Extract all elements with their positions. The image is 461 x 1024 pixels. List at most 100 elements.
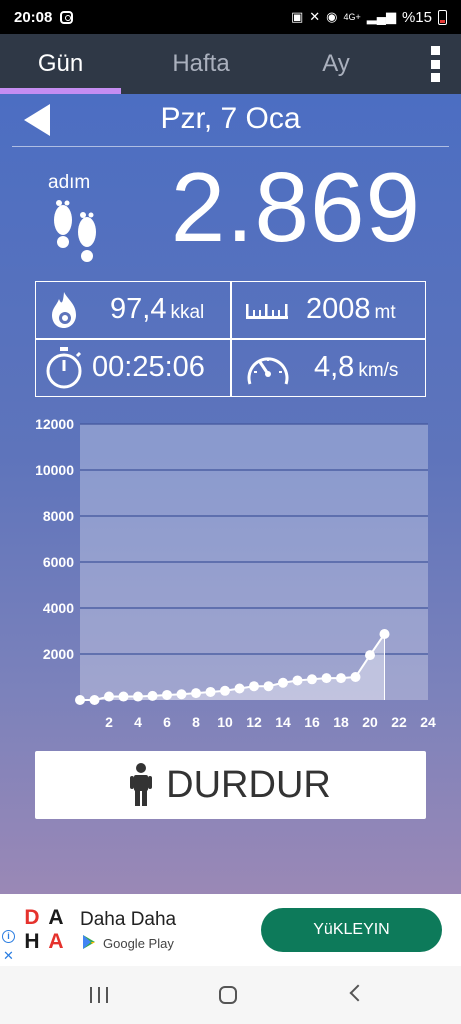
home-icon[interactable] [219, 986, 237, 1004]
chart-point [263, 681, 274, 692]
steps-chart: 120001000080006000400020002 4 6 8 10 12 14 16 18… [35, 416, 436, 730]
sim-icon: ▣ [290, 9, 304, 24]
ad-title[interactable]: Daha Daha [80, 909, 176, 931]
chart-x-tick: 14 [275, 714, 291, 730]
steps-block: adım 2.869 [0, 158, 461, 274]
chart-point [176, 689, 187, 700]
chart-y-tick: 12000 [35, 416, 74, 432]
chart-point [104, 691, 114, 702]
ad-app-logo[interactable]: D A H A [20, 906, 68, 954]
chart-x-tick: 6 [163, 714, 171, 730]
chart-x-tick: 12 [246, 714, 262, 730]
steps-label: adım [48, 172, 91, 193]
signal-icon: ▂▄▆ [366, 9, 396, 24]
distance-value: 2008 [306, 293, 371, 325]
chart-point [118, 691, 129, 702]
calories-unit: kkal [170, 302, 205, 323]
ad-banner: i ✕ D A H A Daha Daha Google Play YüKLEY… [0, 894, 461, 966]
footprints-icon [54, 200, 96, 262]
chart-point [162, 689, 172, 700]
chart-x-tick: 18 [333, 714, 349, 730]
ad-logo-letter: A [48, 930, 64, 953]
chart-y-tick: 2000 [43, 646, 74, 662]
status-icons: ▣ ✕ ◉ 4G+ ▂▄▆ %15 [291, 9, 447, 26]
chart-x-tick: 16 [304, 714, 320, 730]
chart-point [191, 688, 201, 699]
chart-x-tick: 10 [217, 714, 233, 730]
ad-logo-letter: H [24, 930, 40, 953]
chart-point [205, 686, 216, 697]
ad-store-label: Google Play [103, 936, 174, 951]
flame-icon [52, 292, 76, 328]
chart-point [307, 674, 317, 685]
chart-point [133, 691, 143, 702]
chart-point [336, 673, 346, 684]
ad-logo-letter: D [24, 906, 40, 929]
duration-stat: 00:25:06 [36, 340, 230, 396]
chart-point [379, 629, 390, 640]
chart-point [89, 695, 100, 705]
chart-x-tick: 8 [192, 714, 200, 730]
speed-value: 4,8 [314, 351, 355, 383]
tab-week[interactable]: Hafta [141, 34, 261, 94]
tab-bar: Gün Hafta Ay [0, 34, 461, 94]
ad-close-icon[interactable]: ✕ [3, 948, 14, 964]
chart-point [278, 677, 288, 688]
stop-button[interactable]: DURDUR [35, 751, 426, 819]
chart-point [321, 673, 332, 684]
divider [12, 146, 449, 147]
person-icon [130, 763, 153, 806]
chart-x-tick: 4 [134, 714, 142, 730]
chart-y-tick: 4000 [43, 600, 74, 616]
duration-value: 00:25:06 [92, 351, 205, 383]
tab-month[interactable]: Ay [276, 34, 396, 94]
speed-stat: 4,8 km/s [232, 340, 427, 396]
chart-point [292, 675, 303, 686]
battery-icon [438, 9, 447, 25]
ad-logo-letter: A [48, 906, 64, 929]
chart-point [350, 672, 361, 682]
back-icon[interactable] [349, 984, 367, 1002]
chart-point [147, 690, 158, 701]
chart-point [220, 685, 230, 696]
steps-count: 2.869 [170, 152, 421, 262]
calories-stat: 97,4 kkal [36, 282, 230, 338]
chart-x-tick: 22 [391, 714, 407, 730]
tab-day[interactable]: Gün [0, 34, 121, 94]
chart-x-tick: 2 [105, 714, 113, 730]
chart-x-tick: 24 [420, 714, 436, 730]
stop-button-label: DURDUR [166, 763, 331, 806]
status-time: 20:08 [14, 8, 53, 26]
chart-x-tick: 20 [362, 714, 378, 730]
chart-y-tick: 8000 [43, 508, 74, 524]
instagram-icon [60, 10, 74, 24]
mute-icon: ✕ [309, 9, 321, 24]
google-play-icon [83, 935, 95, 949]
ruler-icon [246, 304, 288, 319]
calories-value: 97,4 [110, 293, 167, 325]
date-label: Pzr, 7 Oca [160, 102, 301, 135]
chart-point [365, 650, 375, 661]
distance-stat: 2008 mt [232, 282, 427, 338]
more-options-icon[interactable] [429, 46, 441, 82]
speed-unit: km/s [358, 360, 399, 381]
hotspot-icon: ◉ [326, 9, 338, 24]
battery-text: %15 [401, 8, 432, 26]
network-type: 4G+ [343, 12, 361, 22]
status-bar: 20:08 ▣ ✕ ◉ 4G+ ▂▄▆ %15 [0, 0, 461, 34]
distance-unit: mt [374, 302, 396, 323]
system-nav-bar [0, 966, 461, 1024]
stopwatch-icon [46, 347, 82, 389]
ad-install-button[interactable]: YüKLEYIN [261, 908, 442, 952]
chart-point [234, 683, 245, 694]
stats-grid: 97,4 kkal 2008 mt 00:25:06 4,8 km/s [35, 281, 426, 397]
recents-icon[interactable] [90, 987, 108, 1003]
speedometer-icon [247, 357, 289, 385]
chart-y-tick: 6000 [43, 554, 74, 570]
chart-point [249, 681, 259, 692]
ad-info-icon[interactable]: i [2, 930, 15, 943]
chart-point [75, 695, 85, 705]
main-panel: Pzr, 7 Oca adım 2.869 97,4 kkal 2008 mt … [0, 94, 461, 894]
date-row: Pzr, 7 Oca [0, 94, 461, 146]
chart-y-tick: 10000 [35, 462, 74, 478]
